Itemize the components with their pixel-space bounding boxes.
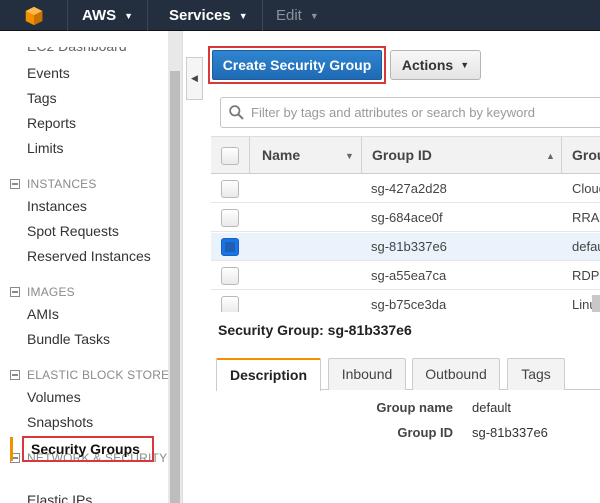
- services-menu[interactable]: Services ▼: [155, 0, 263, 31]
- collapse-icon: [10, 370, 20, 380]
- column-divider: [561, 137, 562, 174]
- table-row[interactable]: sg-b75ce3da Linux: [211, 291, 600, 312]
- sidebar-item-bundle-tasks[interactable]: Bundle Tasks: [27, 331, 110, 347]
- column-divider: [361, 137, 362, 174]
- services-menu-label: Services: [169, 7, 231, 24]
- field-value-group-name: default: [472, 400, 512, 415]
- actions-button[interactable]: Actions ▼: [390, 50, 481, 80]
- row-checkbox-checked[interactable]: [221, 238, 239, 256]
- aws-logo[interactable]: [0, 0, 68, 31]
- security-groups-table: Name ▼ Group ID ▲ Grou sg-427a2d28 Cloud…: [211, 136, 600, 312]
- filter-search-box[interactable]: [220, 97, 600, 128]
- cell-group-id: sg-684ace0f: [371, 210, 443, 225]
- table-row-selected[interactable]: sg-81b337e6 defau: [211, 233, 600, 261]
- cell-group-id: sg-427a2d28: [371, 181, 447, 196]
- cell-group-id: sg-b75ce3da: [371, 297, 447, 312]
- sidebar-item-events[interactable]: Events: [27, 65, 70, 81]
- chevron-down-icon: ▼: [460, 60, 470, 70]
- sidebar-item-tags[interactable]: Tags: [27, 90, 57, 106]
- cell-group-id: sg-81b337e6: [371, 239, 447, 254]
- tab-description[interactable]: Description: [216, 358, 321, 391]
- sidebar-item-spot-requests[interactable]: Spot Requests: [27, 223, 119, 239]
- sidebar-section-images[interactable]: IMAGES: [10, 285, 75, 299]
- chevron-down-icon: ▼: [124, 10, 134, 21]
- detail-title: Security Group: sg-81b337e6: [218, 322, 412, 338]
- column-header-group-id[interactable]: Group ID: [372, 137, 432, 174]
- row-checkbox[interactable]: [221, 267, 239, 285]
- row-checkbox[interactable]: [221, 209, 239, 227]
- field-value-group-id: sg-81b337e6: [472, 425, 548, 440]
- field-label-group-name: Group name: [376, 400, 453, 415]
- create-security-group-button[interactable]: Create Security Group: [212, 50, 382, 80]
- selected-indicator: [10, 437, 13, 461]
- search-input[interactable]: [251, 105, 591, 120]
- field-label-group-id: Group ID: [397, 425, 453, 440]
- sidebar-item-reports[interactable]: Reports: [27, 115, 76, 131]
- sort-down-icon[interactable]: ▼: [345, 151, 354, 161]
- table-row[interactable]: sg-684ace0f RRAS: [211, 204, 600, 232]
- edit-menu[interactable]: Edit ▼: [262, 0, 333, 31]
- sidebar-section-title: IMAGES: [27, 285, 75, 299]
- aws-menu-label: AWS: [82, 7, 117, 24]
- collapse-icon: [10, 179, 20, 189]
- aws-cube-icon: [25, 6, 42, 25]
- sidebar-item-elastic-ips[interactable]: Elastic IPs: [27, 492, 92, 503]
- cell-group-name: Cloud: [572, 181, 600, 196]
- column-divider: [249, 137, 250, 174]
- scrollbar-thumb[interactable]: [170, 71, 180, 503]
- tab-inbound[interactable]: Inbound: [328, 358, 406, 390]
- sidebar-item-limits[interactable]: Limits: [27, 140, 64, 156]
- aws-menu[interactable]: AWS ▼: [68, 0, 149, 31]
- sidebar-section-title: INSTANCES: [27, 177, 97, 191]
- cell-group-name: RRAS: [572, 210, 600, 225]
- collapse-sidebar-button[interactable]: ◀: [186, 57, 203, 100]
- select-all-checkbox[interactable]: [221, 147, 239, 165]
- sidebar-item-amis[interactable]: AMIs: [27, 306, 59, 322]
- collapse-icon: [10, 287, 20, 297]
- top-navbar: AWS ▼ Services ▼ Edit ▼: [0, 0, 600, 31]
- column-header-group-name[interactable]: Grou: [572, 137, 600, 174]
- sidebar-item-volumes[interactable]: Volumes: [27, 389, 81, 405]
- tab-outbound[interactable]: Outbound: [412, 358, 500, 390]
- table-row[interactable]: sg-a55ea7ca RDP: [211, 262, 600, 290]
- sidebar-section-instances[interactable]: INSTANCES: [10, 177, 97, 191]
- cell-group-name: defau: [572, 239, 600, 254]
- sidebar-scrollbar[interactable]: [168, 31, 182, 503]
- detail-tabs: Description Inbound Outbound Tags: [216, 358, 600, 391]
- sidebar: EC2 Dashboard Events Tags Reports Limits…: [0, 31, 183, 503]
- table-row[interactable]: sg-427a2d28 Cloud: [211, 175, 600, 203]
- row-checkbox[interactable]: [221, 296, 239, 312]
- chevron-down-icon: ▼: [238, 10, 248, 21]
- sidebar-item-snapshots[interactable]: Snapshots: [27, 414, 93, 430]
- row-checkbox[interactable]: [221, 180, 239, 198]
- cell-group-id: sg-a55ea7ca: [371, 268, 447, 283]
- tab-tags[interactable]: Tags: [507, 358, 565, 390]
- actions-button-label: Actions: [401, 57, 454, 73]
- chevron-down-icon: ▼: [309, 10, 319, 21]
- sidebar-item-instances[interactable]: Instances: [27, 198, 87, 214]
- sort-up-icon[interactable]: ▲: [546, 151, 555, 161]
- column-header-name[interactable]: Name: [262, 137, 300, 174]
- chevron-left-icon: ◀: [191, 73, 198, 83]
- sidebar-section-ebs[interactable]: ELASTIC BLOCK STORE: [10, 368, 169, 382]
- sidebar-item-security-groups[interactable]: Security Groups: [22, 436, 154, 462]
- sidebar-section-title: ELASTIC BLOCK STORE: [27, 368, 170, 382]
- table-scrollbar[interactable]: [592, 295, 600, 312]
- edit-menu-label: Edit: [276, 7, 302, 24]
- table-header: Name ▼ Group ID ▲ Grou: [211, 137, 600, 174]
- sidebar-item-ec2-dashboard[interactable]: EC2 Dashboard: [27, 47, 127, 54]
- cell-group-name: RDP: [572, 268, 600, 283]
- sidebar-item-reserved-instances[interactable]: Reserved Instances: [27, 248, 151, 264]
- search-icon: [229, 105, 244, 120]
